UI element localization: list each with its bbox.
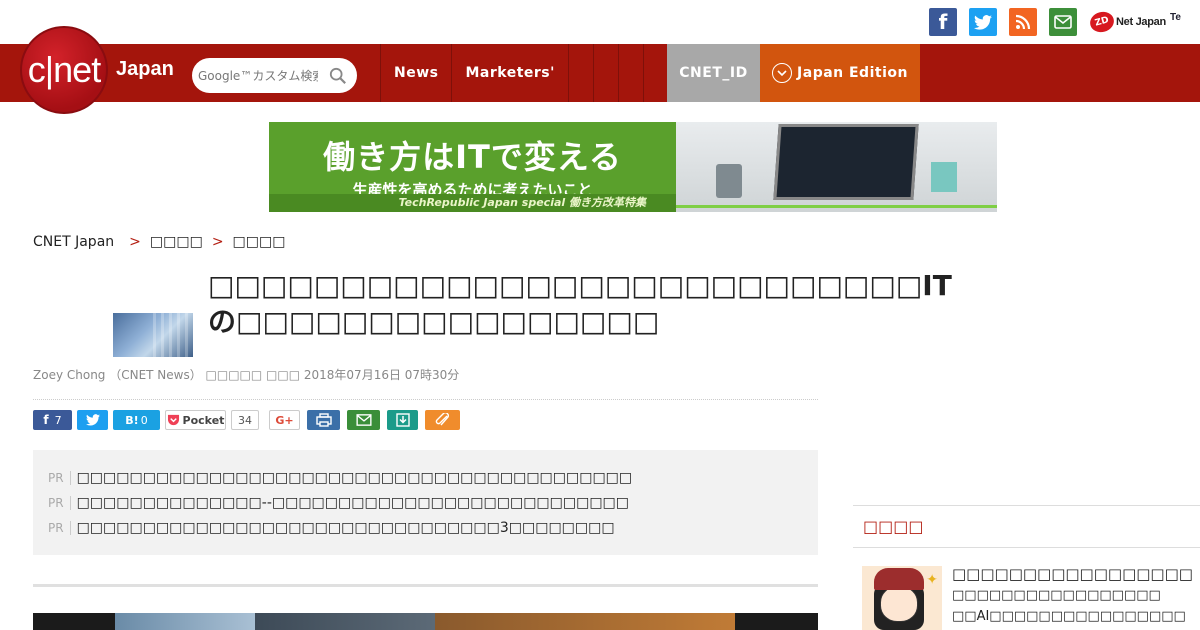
breadcrumb-separator: > <box>211 234 224 250</box>
google-plus-button[interactable]: G+ <box>269 410 300 430</box>
breadcrumb-root[interactable]: CNET Japan <box>33 234 114 250</box>
box-graphic <box>931 162 957 192</box>
banner-photo <box>676 122 997 212</box>
breadcrumb-level2[interactable]: □□□□ <box>233 234 286 250</box>
edition-selector[interactable]: Japan Edition <box>760 44 920 102</box>
pocket-count: 34 <box>231 410 259 430</box>
twitter-icon <box>85 414 100 426</box>
nav-item-blank-4[interactable] <box>642 44 668 102</box>
sidebar-item-title[interactable]: □□□□□□□□□□□□□□□□□ <box>952 565 1193 583</box>
banner-ad[interactable]: 働き方はITで変える 生産性を高めるために考えたいこと TechRepublic… <box>269 122 997 212</box>
download-icon <box>395 413 410 427</box>
edition-label: Japan Edition <box>797 65 908 81</box>
nav-item-blank-2[interactable] <box>592 44 618 102</box>
nav-item-blank-3[interactable] <box>617 44 643 102</box>
laptop-graphic <box>773 124 919 200</box>
pr-links: PR □□□□□□□□□□□□□□□□□□□□□□□□□□□□□□□□□□□□□… <box>33 450 818 555</box>
article-title: □□□□□□□□□□□□□□□□□□□□□□□□□□□ITの□□□□□□□□□□… <box>208 269 952 338</box>
nav-item-news[interactable]: News <box>380 44 451 102</box>
search-box <box>192 58 357 93</box>
sidebar-section-header: □□□□ <box>853 505 1200 548</box>
sidebar-heading: □□□□ <box>863 517 924 536</box>
paperclip-icon <box>435 413 449 426</box>
zdnet-japan-link[interactable]: ZD Net Japan <box>1087 9 1166 35</box>
pr-item-text[interactable]: □□□□□□□□□□□□□□□□□□□□□□□□□□□□□□□□3□□□□□□□… <box>77 520 615 536</box>
banner-footer: TechRepublic Japan special 働き方改革特集 <box>269 194 676 212</box>
pr-item-text[interactable]: □□□□□□□□□□□□□□--□□□□□□□□□□□□□□□□□□□□□□□□… <box>77 495 629 511</box>
pr-tag: PR <box>48 520 71 535</box>
article-thumbnail <box>113 313 193 357</box>
print-button[interactable] <box>307 410 340 430</box>
twitter-share-button[interactable] <box>77 410 108 430</box>
pr-item[interactable]: PR □□□□□□□□□□□□□□□□□□□□□□□□□□□□□□□□3□□□□… <box>48 515 818 540</box>
breadcrumb-level1[interactable]: □□□□ <box>150 234 203 250</box>
pocket-button[interactable]: Pocket <box>165 410 226 430</box>
logo-region-label: Japan <box>116 58 174 80</box>
sidebar-item-thumbnail[interactable]: ✦ <box>862 566 942 630</box>
techrepublic-label: Te <box>1170 12 1181 23</box>
hatena-icon: B! <box>125 413 139 427</box>
facebook-share-button[interactable]: f 7 <box>33 410 72 430</box>
save-button[interactable] <box>387 410 418 430</box>
zdnet-label: Net Japan <box>1116 16 1166 28</box>
cnet-id-button[interactable]: CNET_ID <box>667 44 760 102</box>
facebook-icon[interactable]: f <box>929 8 957 36</box>
mail-icon <box>355 414 372 426</box>
pocket-label: Pocket <box>182 413 225 427</box>
article-main-image <box>33 613 818 630</box>
banner-headline: 働き方はITで変える <box>323 138 622 176</box>
search-icon[interactable] <box>329 67 347 85</box>
banner-arrow-line <box>676 205 997 208</box>
cnet-logo[interactable]: c|net <box>20 26 108 114</box>
sparkle-icon: ✦ <box>926 572 938 588</box>
divider <box>33 399 818 400</box>
pr-tag: PR <box>48 495 71 510</box>
pocket-icon <box>167 414 179 426</box>
pr-item[interactable]: PR □□□□□□□□□□□□□□□□□□□□□□□□□□□□□□□□□□□□□… <box>48 465 818 490</box>
divider <box>33 584 818 587</box>
sidebar-item-line: □□AI□□□□□□□□□□□□□□□□ <box>952 609 1186 624</box>
pr-tag: PR <box>48 470 71 485</box>
techrepublic-link[interactable]: Te <box>1170 12 1181 23</box>
mail-share-button[interactable] <box>347 410 380 430</box>
twitter-icon[interactable] <box>969 8 997 36</box>
mail-icon[interactable] <box>1049 8 1077 36</box>
facebook-share-count: 7 <box>54 413 62 427</box>
print-icon <box>315 413 332 427</box>
pr-item-text[interactable]: □□□□□□□□□□□□□□□□□□□□□□□□□□□□□□□□□□□□□□□□… <box>77 470 633 486</box>
hatena-count: 0 <box>140 413 148 427</box>
rss-icon[interactable] <box>1009 8 1037 36</box>
pr-item[interactable]: PR □□□□□□□□□□□□□□--□□□□□□□□□□□□□□□□□□□□□… <box>48 490 818 515</box>
facebook-icon: f <box>43 413 49 427</box>
banner-text-panel: 働き方はITで変える 生産性を高めるために考えたいこと TechRepublic… <box>269 122 676 212</box>
social-bar: f ZD Net Japan Te <box>0 0 1200 44</box>
article-byline: Zoey Chong （CNET News） □□□□□ □□□ 2018年07… <box>33 368 460 382</box>
nav-item-marketers[interactable]: Marketers' <box>451 44 567 102</box>
nav-menu: News Marketers' <box>380 44 668 102</box>
logo-text: c|net <box>27 49 101 90</box>
hatena-bookmark-button[interactable]: B! 0 <box>113 410 160 430</box>
breadcrumb-separator: > <box>129 234 141 250</box>
chevron-down-icon <box>772 63 793 83</box>
clip-button[interactable] <box>425 410 460 430</box>
breadcrumb: CNET Japan > □□□□ > □□□□ <box>33 234 285 250</box>
search-input[interactable] <box>198 68 318 83</box>
nav-item-blank-1[interactable] <box>567 44 593 102</box>
zdnet-logo-icon: ZD <box>1087 9 1117 35</box>
sidebar-item-line: □□□□□□□□□□□□□□□□□ <box>952 588 1161 603</box>
mug-graphic <box>716 164 742 198</box>
